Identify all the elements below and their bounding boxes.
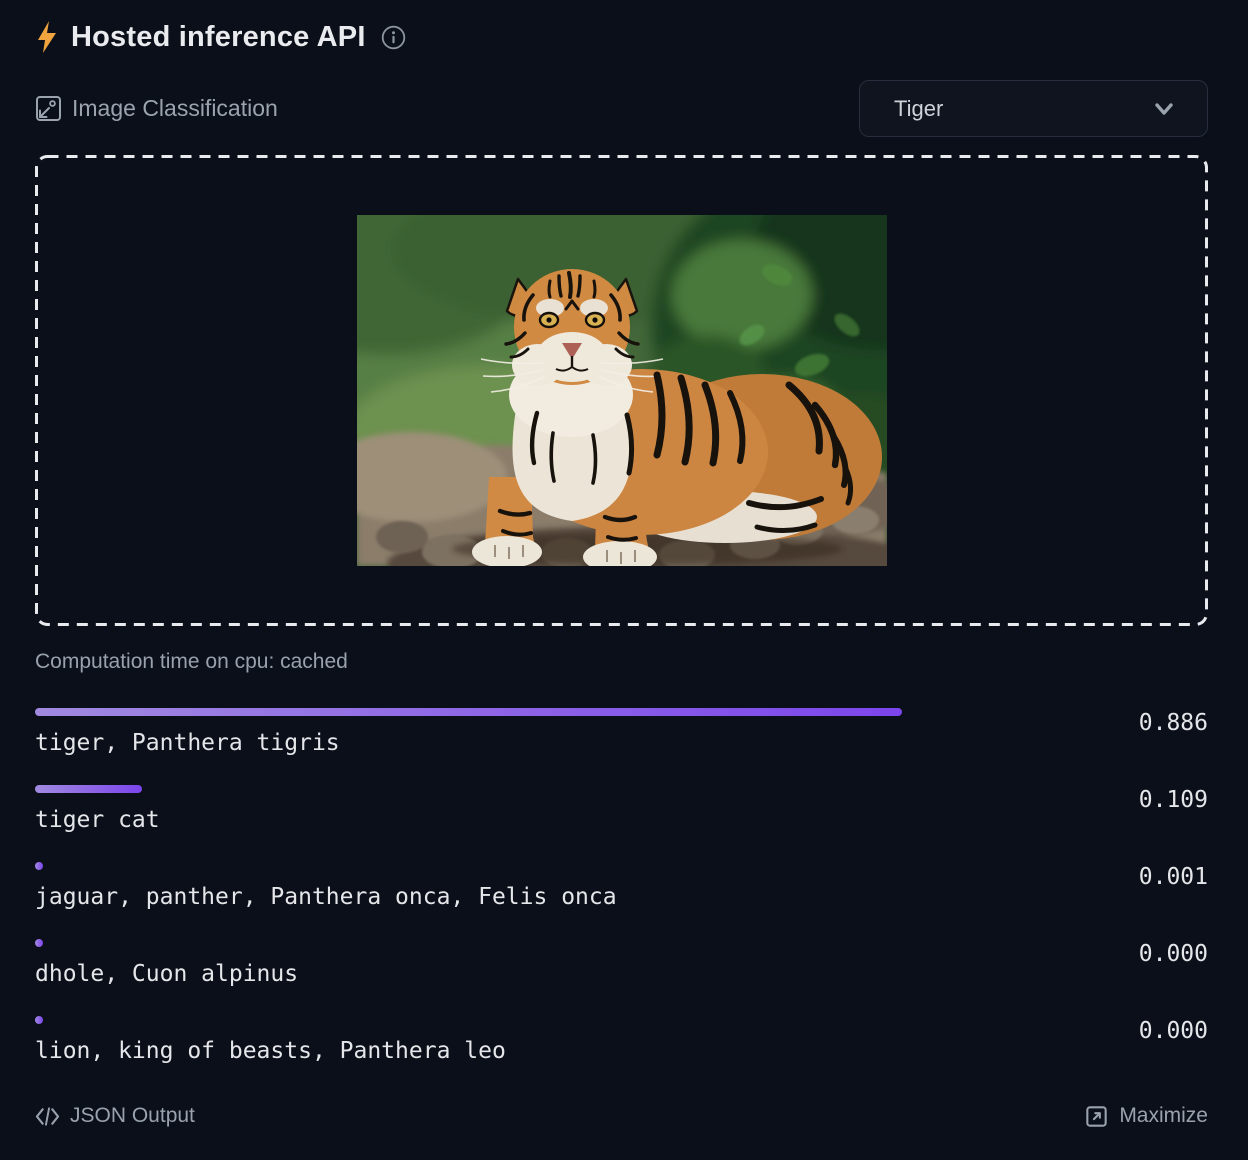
- score-bar-track: [35, 862, 1013, 870]
- score-bar: [35, 862, 43, 870]
- page-title: Hosted inference API: [71, 21, 366, 54]
- code-icon: [35, 1104, 60, 1129]
- result-label: jaguar, panther, Panthera onca, Felis on…: [35, 882, 1208, 912]
- hosted-inference-widget: Hosted inference API Image Classificatio…: [35, 20, 1208, 1130]
- result-label: tiger cat: [35, 805, 1208, 835]
- classification-result-row: tiger, Panthera tigris 0.886: [35, 708, 1208, 758]
- maximize-label: Maximize: [1119, 1104, 1208, 1128]
- info-icon[interactable]: [381, 25, 406, 50]
- example-select-value: Tiger: [894, 96, 1149, 122]
- classification-result-row: jaguar, panther, Panthera onca, Felis on…: [35, 862, 1208, 912]
- widget-header: Hosted inference API: [35, 20, 1208, 54]
- score-bar: [35, 939, 43, 947]
- maximize-button[interactable]: Maximize: [1084, 1104, 1208, 1129]
- classification-results: tiger, Panthera tigris 0.886 tiger cat 0…: [35, 708, 1208, 1066]
- result-label: tiger, Panthera tigris: [35, 728, 1208, 758]
- score-bar-track: [35, 1016, 1013, 1024]
- chevron-down-icon: [1149, 94, 1179, 124]
- task-row: Image Classification Tiger: [35, 80, 1208, 137]
- lightning-icon: [35, 21, 59, 53]
- result-score: 0.000: [1139, 941, 1208, 967]
- score-bar: [35, 708, 902, 716]
- score-bar: [35, 1016, 43, 1024]
- tiger-preview-image: [357, 215, 887, 566]
- score-bar: [35, 785, 142, 793]
- classification-result-row: tiger cat 0.109: [35, 785, 1208, 835]
- maximize-icon: [1084, 1104, 1109, 1129]
- classification-result-row: lion, king of beasts, Panthera leo 0.000: [35, 1016, 1208, 1066]
- score-bar-track: [35, 785, 1013, 793]
- widget-footer: JSON Output Maximize: [35, 1102, 1208, 1130]
- score-bar-track: [35, 708, 1013, 716]
- result-score: 0.109: [1139, 787, 1208, 813]
- task-type-label: Image Classification: [72, 95, 278, 122]
- score-bar-track: [35, 939, 1013, 947]
- result-score: 0.001: [1139, 864, 1208, 890]
- image-dropzone[interactable]: [35, 155, 1208, 626]
- json-output-button[interactable]: JSON Output: [35, 1104, 195, 1129]
- json-output-label: JSON Output: [70, 1104, 195, 1128]
- result-label: lion, king of beasts, Panthera leo: [35, 1036, 1208, 1066]
- classification-result-row: dhole, Cuon alpinus 0.000: [35, 939, 1208, 989]
- example-select[interactable]: Tiger: [859, 80, 1208, 137]
- image-classification-icon: [35, 95, 62, 122]
- result-score: 0.886: [1139, 710, 1208, 736]
- result-label: dhole, Cuon alpinus: [35, 959, 1208, 989]
- result-score: 0.000: [1139, 1018, 1208, 1044]
- task-type: Image Classification: [35, 95, 278, 122]
- computation-time: Computation time on cpu: cached: [35, 648, 1208, 676]
